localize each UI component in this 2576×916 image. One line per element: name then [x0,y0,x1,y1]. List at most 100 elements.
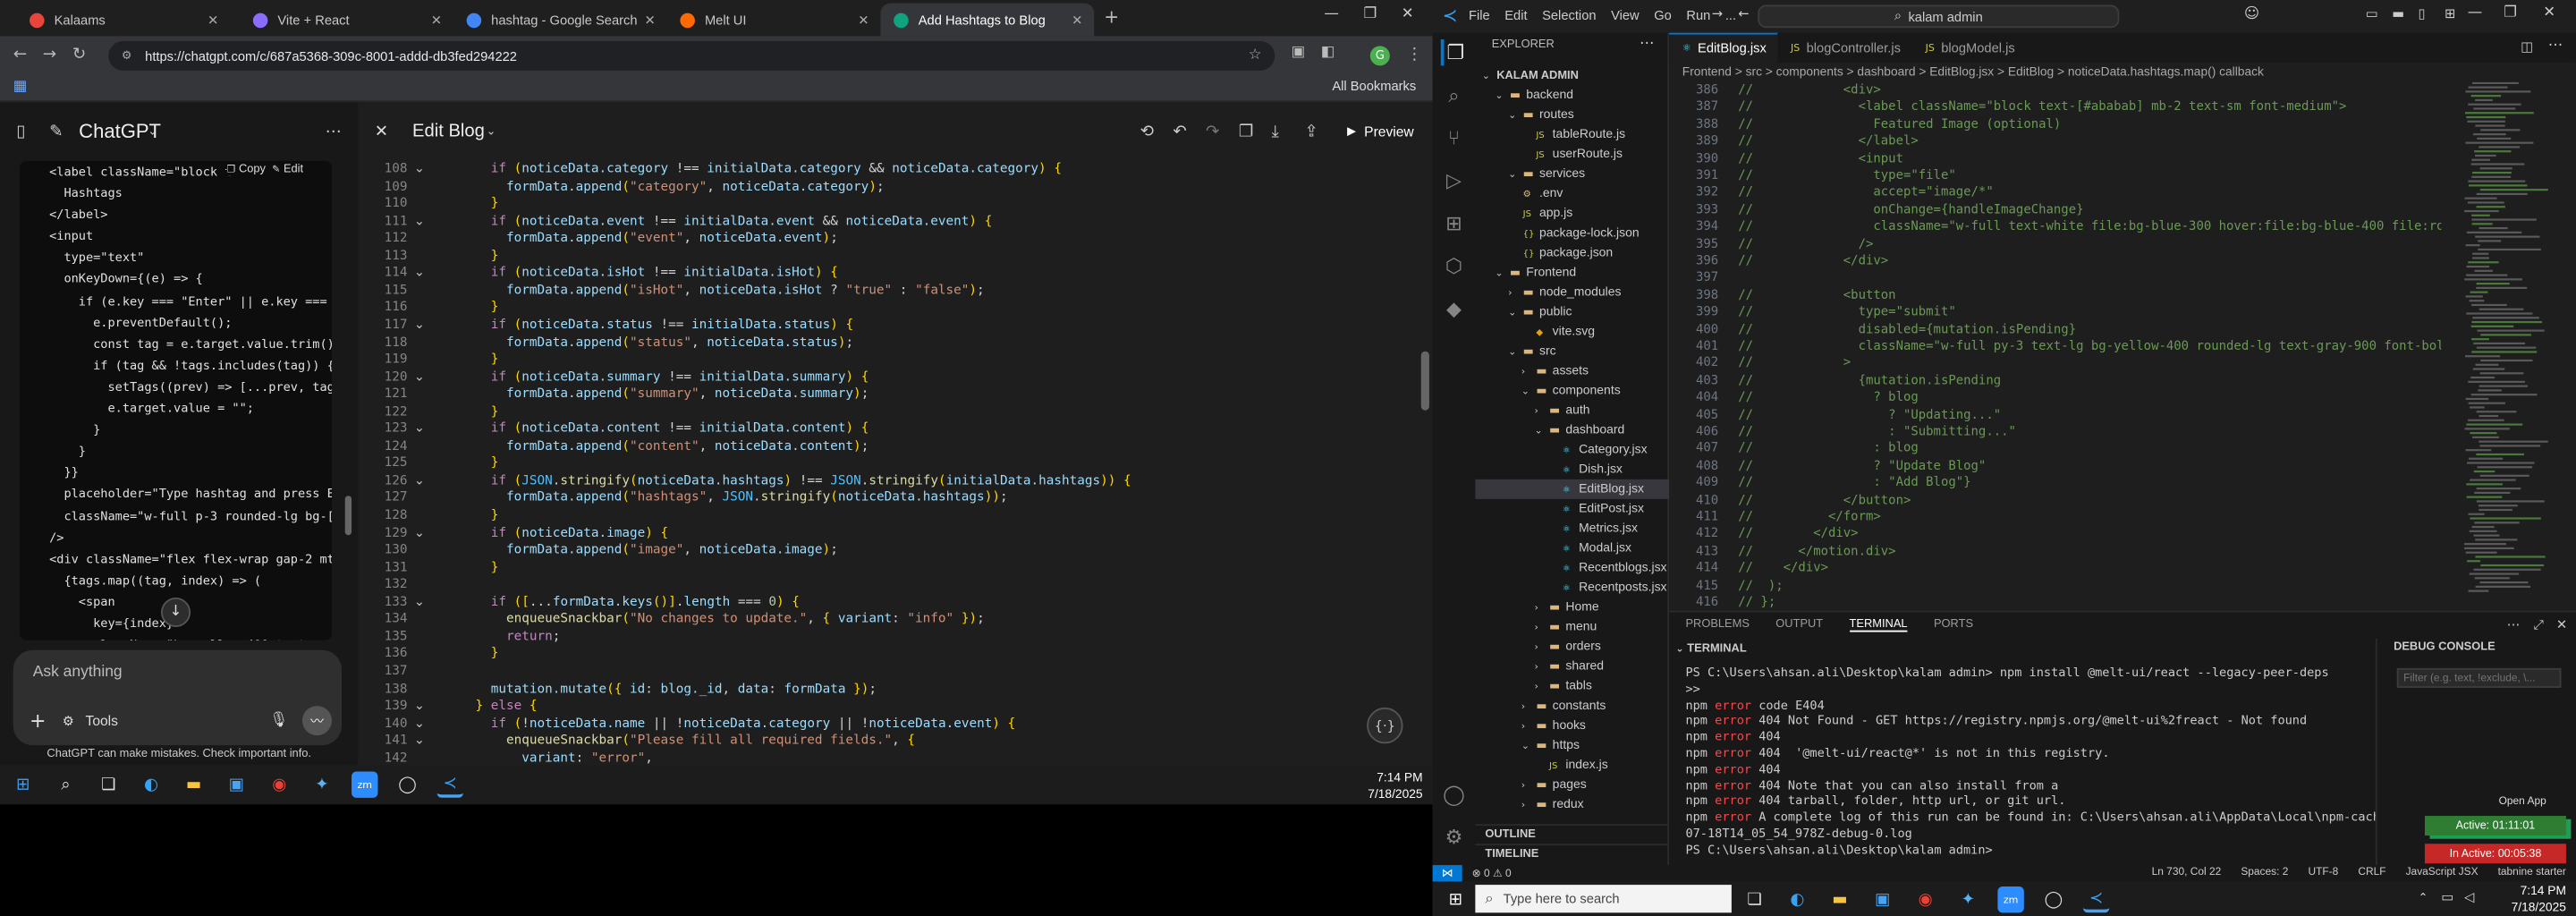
tree-item[interactable]: › ▬ tabls [1475,676,1669,696]
chevron-down-icon[interactable]: ⌄ [1495,264,1510,284]
browser-tab[interactable]: Kalaams ✕ [16,4,230,37]
close-panel-icon[interactable]: ✕ [2556,617,2567,632]
download-icon[interactable]: ⤓ [1272,123,1279,140]
command-center[interactable]: ⌕ kalam admin [1758,4,2120,29]
tree-item[interactable]: › ▬ assets [1475,361,1669,381]
taskbar-search-box[interactable]: ⌕ Type here to search [1475,885,1732,913]
fold-chevron-icon[interactable]: ⌄ [414,420,460,437]
menu-item[interactable]: View [1611,8,1640,23]
chrome-icon[interactable]: ◉ [1912,886,1938,912]
panel-tab[interactable]: OUTPUT [1775,619,1823,632]
extensions-icon[interactable]: ⊞ [1441,210,1467,236]
fold-chevron-icon[interactable]: ⌄ [414,698,460,715]
canvas-scrollbar[interactable] [1419,161,1433,765]
fold-chevron-icon[interactable]: ⌄ [414,265,460,282]
microphone-icon[interactable]: 🎙 [269,712,288,728]
history-icon[interactable]: ⟲ [1140,123,1154,140]
encoding[interactable]: UTF-8 [2308,867,2338,878]
tree-item[interactable]: ⌄ ▬ services [1475,165,1669,184]
volume-icon[interactable]: ◁ [2464,890,2474,905]
tree-item[interactable]: › ▬ constants [1475,696,1669,716]
tree-item[interactable]: JS tableRoute.js [1475,124,1669,144]
tree-item[interactable]: ⌄ ▬ dashboard [1475,420,1669,440]
tree-item[interactable]: › ▬ auth [1475,401,1669,420]
site-info-icon[interactable]: ⚙ [122,49,132,63]
explorer-icon[interactable]: ❐ [1440,39,1467,66]
github-icon[interactable]: ◯ [394,771,420,797]
close-tab-icon[interactable]: ✕ [1072,13,1082,28]
panel-tab[interactable]: TERMINAL [1849,619,1908,632]
task-view-icon[interactable]: ❏ [96,771,122,797]
remote-indicator-icon[interactable]: ⋈ [1432,865,1462,882]
chevron-right-icon[interactable]: › [1521,698,1537,717]
taskbar-clock[interactable]: 7:14 PM 7/18/2025 [2512,883,2566,914]
open-app-button[interactable]: Open App [2499,796,2546,808]
menu-item[interactable]: Run [1686,8,1710,23]
tree-item[interactable]: JS index.js [1475,755,1669,775]
chevron-down-icon[interactable]: ⌄ [1534,422,1549,442]
extension-icon-2[interactable]: ◧ [1321,45,1335,61]
network-icon[interactable]: ▭ [2441,890,2453,905]
editor-tab[interactable]: JS blogController.js [1777,33,1912,63]
tree-item[interactable]: ⌄ ▬ components [1475,381,1669,401]
tree-item[interactable]: ⌄ ▬ routes [1475,105,1669,124]
undo-icon[interactable]: ↶ [1173,123,1186,140]
remote-explorer-icon[interactable]: ⬡ [1441,253,1467,279]
chevron-down-icon[interactable]: ⌄ [1521,383,1537,403]
language-mode[interactable]: JavaScript JSX [2406,867,2479,878]
tree-item[interactable]: ⌄ ▬ backend [1475,85,1669,105]
tree-item[interactable]: › ▬ Home [1475,598,1669,617]
browser-tab[interactable]: Vite + React ✕ [240,4,453,37]
prompt-input[interactable] [32,663,312,682]
vscode-taskbar-icon[interactable]: ≺ [2082,886,2110,913]
all-bookmarks-link[interactable]: All Bookmarks [1332,79,1416,94]
tree-item[interactable]: ◆ vite.svg [1475,322,1669,342]
tree-item[interactable]: ⚛ EditBlog.jsx [1475,479,1670,499]
chevron-right-icon[interactable]: › [1534,599,1549,619]
chevron-down-icon[interactable]: ⌄ [1508,303,1523,323]
maximize-panel-icon[interactable]: ⤢ [2533,617,2544,633]
menu-item[interactable]: File [1469,8,1490,23]
close-tab-icon[interactable]: ✕ [858,13,869,28]
source-control-icon[interactable]: ⑂ [1441,124,1467,150]
task-view-icon[interactable]: ❏ [1741,886,1767,912]
chevron-right-icon[interactable]: › [1534,619,1549,639]
tree-item[interactable]: ⚛ Recentblogs.jsx [1475,558,1669,578]
toggle-sidebar-icon[interactable]: ▯ [2419,6,2426,21]
nav-forward-icon[interactable]: → [1712,6,1723,21]
zoom-icon[interactable]: zm [1997,886,2024,913]
tree-item[interactable]: ⌄ ▬ src [1475,342,1669,361]
close-icon[interactable]: ✕ [2543,5,2555,21]
fold-chevron-icon[interactable]: ⌄ [414,715,460,732]
chevron-down-icon[interactable]: ⌄ [1508,106,1523,126]
windows-start-icon[interactable]: ⊞ [1443,886,1469,912]
store-icon[interactable]: ▣ [1869,886,1895,912]
tree-item[interactable]: {} package.json [1475,243,1669,263]
fold-chevron-icon[interactable]: ⌄ [414,733,460,750]
indent-setting[interactable]: Spaces: 2 [2241,867,2288,878]
preview-button[interactable]: ▶ Preview [1334,118,1427,144]
apps-grid-icon[interactable]: ▦ [13,79,28,95]
account-icon[interactable]: ◯ [1441,782,1467,808]
tree-item[interactable]: ⚛ Recentposts.jsx [1475,578,1669,598]
menu-item[interactable]: Edit [1504,8,1527,23]
fold-chevron-icon[interactable]: ⌄ [414,472,460,489]
panel-tab[interactable]: PROBLEMS [1685,619,1749,632]
fold-chevron-icon[interactable]: ⌄ [414,369,460,386]
tree-item[interactable]: › ▬ shared [1475,657,1669,676]
tree-item[interactable]: › ▬ orders [1475,637,1669,657]
terminal-output[interactable]: PS C:\Users\ahsan.ali\Desktop\kalam admi… [1685,665,2375,859]
tabnine-icon[interactable]: ◆ [1441,295,1467,321]
zoom-icon[interactable]: zm [352,771,378,798]
tree-item[interactable]: ⌄ ▬ https [1475,735,1669,755]
close-canvas-icon[interactable]: ✕ [375,123,388,140]
edge-icon[interactable]: ◐ [1784,886,1810,912]
tools-button[interactable]: Tools [86,712,118,728]
tree-item[interactable]: ⌄ ▬ Frontend [1475,263,1669,283]
back-icon[interactable]: ← [13,46,27,64]
file-explorer-icon[interactable]: ▬ [1826,886,1852,912]
vscode-taskbar-icon[interactable]: ≺ [436,771,463,798]
tabnine-status[interactable]: tabnine starter [2498,867,2566,878]
tray-chevron-icon[interactable]: ⌃ [2419,891,2428,904]
panel-more-icon[interactable]: ⋯ [2507,617,2521,632]
